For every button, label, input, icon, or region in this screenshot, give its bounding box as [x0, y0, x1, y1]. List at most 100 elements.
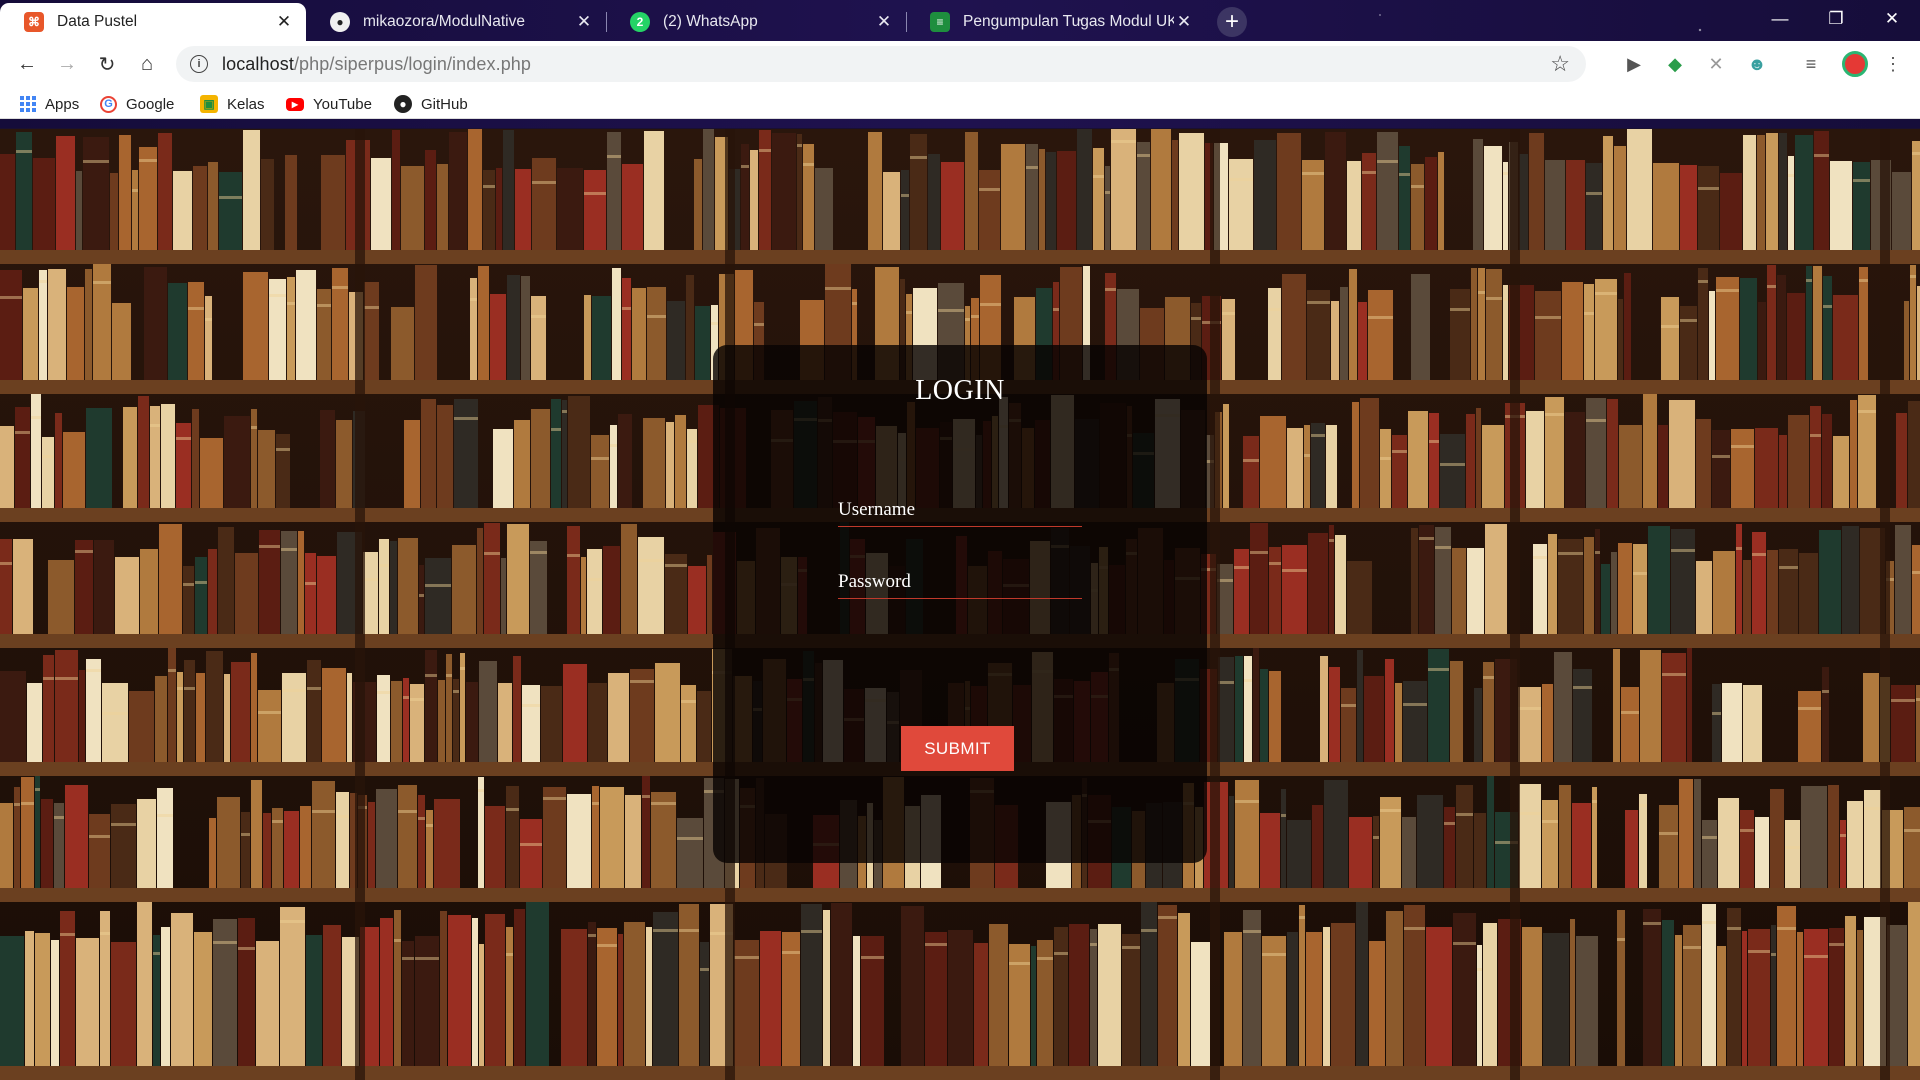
book-spine [823, 910, 830, 1066]
book-spine [1559, 785, 1571, 888]
username-input[interactable] [838, 481, 1082, 526]
close-tab-icon[interactable]: ✕ [874, 12, 894, 32]
google-forms-icon: ≡ [930, 12, 950, 32]
book-spine-band [1235, 800, 1259, 803]
book-spine [1891, 685, 1915, 762]
book-spine [1718, 798, 1739, 888]
close-window-icon[interactable]: ✕ [1864, 0, 1920, 38]
profile-avatar[interactable] [1842, 51, 1868, 77]
url-text[interactable]: localhost/php/siperpus/login/index.php [222, 54, 531, 75]
book-spine [1260, 813, 1280, 888]
book-spine-band [520, 843, 542, 846]
media-queue-icon[interactable]: ≡ [1800, 53, 1822, 75]
password-field [838, 553, 1082, 599]
book-spine [35, 776, 40, 888]
cat-extension-icon[interactable]: ☻ [1746, 53, 1768, 75]
book-spine [597, 928, 617, 1066]
back-icon[interactable]: ← [12, 49, 42, 79]
book-spine-band [150, 424, 160, 427]
book-spine-band [979, 188, 1000, 191]
book-spine-band [184, 687, 195, 690]
book-spine [1727, 908, 1741, 1066]
tab-data-pustel[interactable]: ⌘ Data Pustel ✕ [0, 3, 306, 41]
submit-button[interactable]: SUBMIT [901, 726, 1014, 771]
book-spine [312, 781, 335, 888]
book-spine-band [642, 795, 650, 798]
book-spine [1535, 291, 1561, 380]
colorful-extension-icon[interactable]: ◆ [1664, 53, 1686, 75]
book-spine-band [1740, 829, 1754, 832]
menu-kebab-icon[interactable]: ⋮ [1882, 53, 1904, 75]
book-spine-band [454, 417, 478, 420]
close-tab-icon[interactable]: ✕ [574, 12, 594, 32]
home-icon[interactable]: ⌂ [132, 49, 162, 79]
bookmark-apps[interactable]: Apps [20, 92, 79, 116]
address-bar[interactable]: i localhost/php/siperpus/login/index.php… [176, 46, 1586, 82]
book-spine [1830, 161, 1852, 250]
close-tab-icon[interactable]: ✕ [1174, 12, 1194, 32]
book-spine [282, 673, 306, 762]
book-spine-band [1798, 707, 1821, 710]
book-spine-band [1584, 312, 1594, 315]
minimize-icon[interactable]: — [1752, 0, 1808, 38]
book-spine [251, 409, 257, 508]
forward-icon[interactable]: → [52, 49, 82, 79]
book-spine-band [410, 698, 424, 701]
book-spine [86, 408, 112, 508]
book-spine [1696, 561, 1712, 634]
book-spine [85, 269, 92, 380]
book-spine-band [1519, 812, 1541, 815]
book-spine [1801, 786, 1827, 888]
new-tab-button[interactable]: + [1217, 7, 1247, 37]
book-spine [1607, 399, 1618, 508]
tab-whatsapp[interactable]: 2 (2) WhatsApp ✕ [606, 3, 906, 41]
x-extension-icon[interactable]: ✕ [1705, 53, 1727, 75]
book-spine [138, 396, 149, 508]
tab-github[interactable]: ● mikaozora/ModulNative ✕ [306, 3, 606, 41]
book-spine-band [1403, 703, 1427, 706]
book-spine [404, 420, 420, 508]
book-spine [0, 539, 12, 634]
book-spine [1218, 657, 1234, 762]
book-spine [43, 655, 54, 762]
bookmark-kelas[interactable]: ▣ Kelas [200, 92, 265, 116]
book-spine [592, 786, 599, 888]
bookmark-google[interactable]: G Google [100, 92, 174, 116]
book-spine [642, 776, 650, 888]
close-tab-icon[interactable]: ✕ [274, 12, 294, 32]
book-spine-band [1904, 829, 1920, 832]
bookmark-github[interactable]: ● GitHub [394, 92, 468, 116]
book-spine-band [363, 578, 378, 581]
book-spine [965, 132, 978, 250]
book-spine-band [478, 789, 484, 792]
book-spine [94, 540, 114, 634]
book-spine [1757, 135, 1765, 250]
book-spine-band [259, 545, 280, 548]
book-spine-band [700, 968, 709, 971]
play-extension-icon[interactable]: ▶ [1623, 53, 1645, 75]
password-input[interactable] [838, 553, 1082, 598]
book-spine [1335, 535, 1346, 634]
book-spine [1529, 133, 1544, 250]
tab-pengumpulan-tugas[interactable]: ≡ Pengumpulan Tugas Modul UKL ✕ [906, 3, 1206, 41]
book-spine [1229, 159, 1253, 250]
book-spine [371, 158, 391, 250]
book-spine-band [1362, 171, 1376, 174]
bookmark-youtube[interactable]: ▶ YouTube [286, 92, 372, 116]
reload-icon[interactable]: ↻ [92, 49, 122, 79]
book-spine-band [1752, 553, 1766, 556]
book-spine-band [31, 416, 41, 419]
book-spine [15, 407, 30, 508]
book-spine-band [531, 315, 546, 318]
book-spine [1863, 673, 1879, 762]
book-spine-band [21, 802, 34, 805]
site-info-icon[interactable]: i [190, 55, 208, 73]
book-spine [1151, 129, 1171, 250]
book-spine-band [1912, 571, 1920, 574]
book-spine-band [460, 667, 465, 670]
book-spine-band [1377, 160, 1398, 163]
restore-icon[interactable]: ❐ [1808, 0, 1864, 38]
username-field [838, 481, 1082, 527]
book-spine [317, 556, 336, 634]
bookmark-star-icon[interactable]: ☆ [1550, 51, 1570, 77]
